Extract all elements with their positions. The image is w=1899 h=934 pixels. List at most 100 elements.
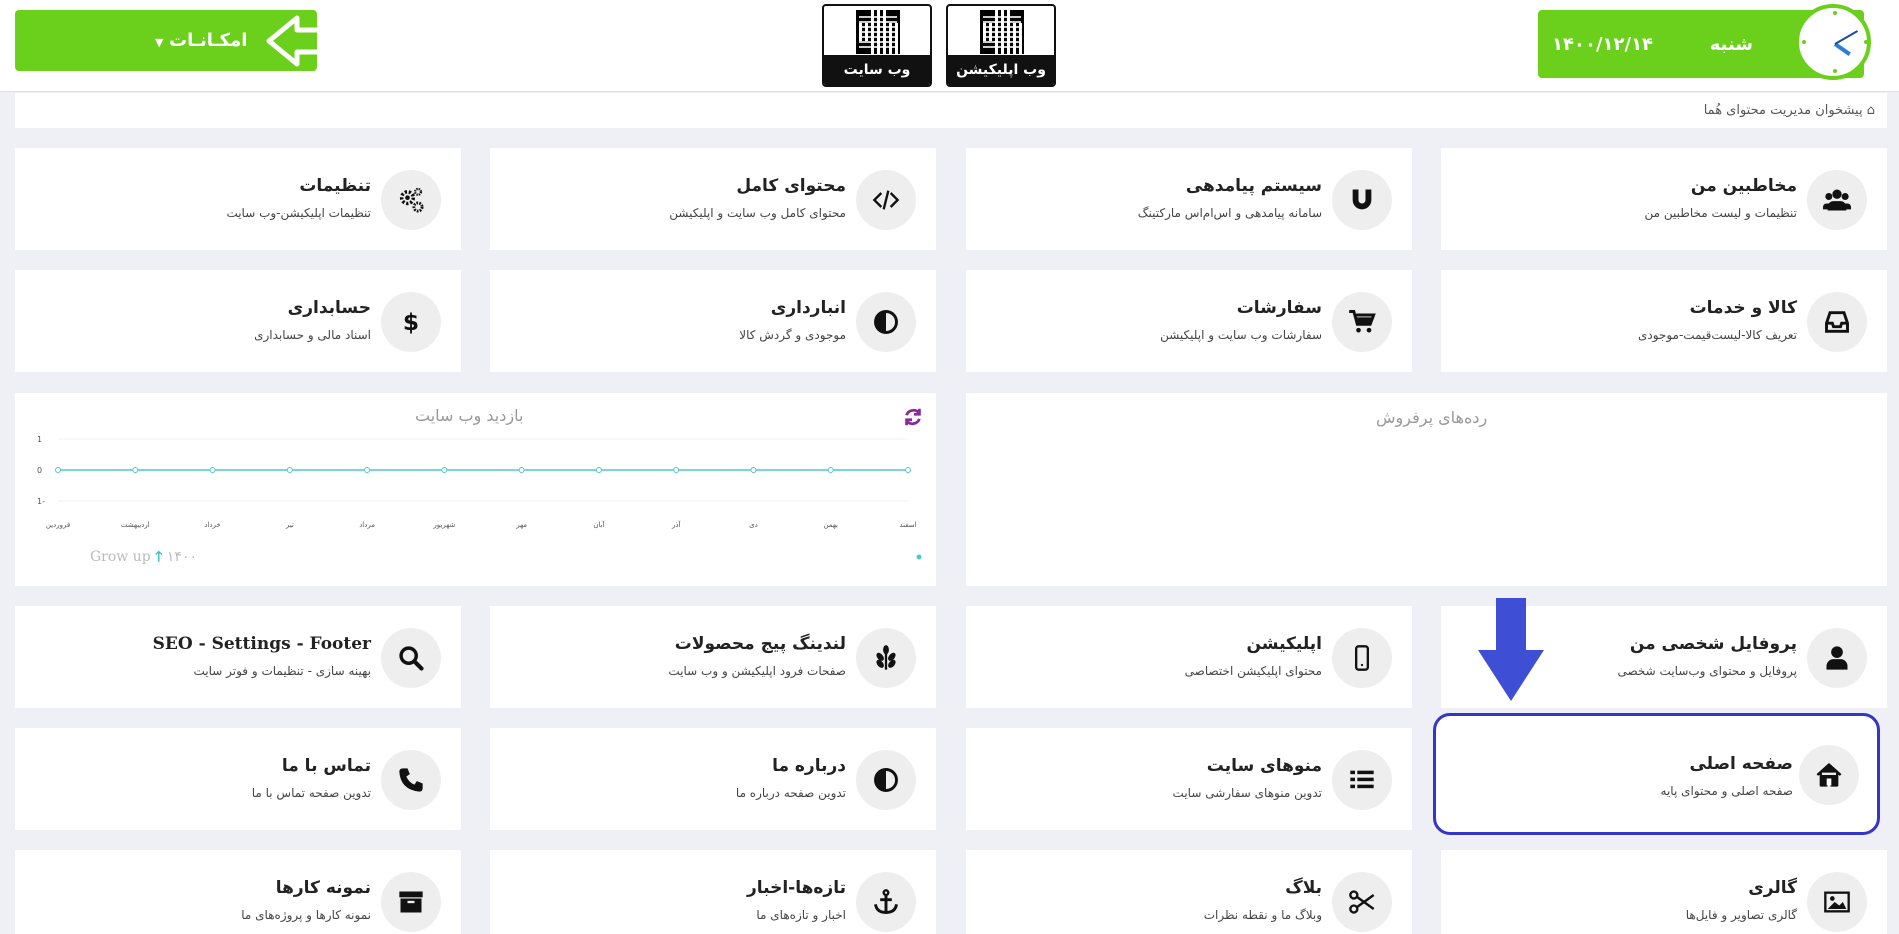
- data-point: [132, 467, 139, 473]
- card-site-menus[interactable]: منوهای سایت تدوین منوهای سفارشی سایت: [966, 728, 1412, 830]
- qr-code-icon: [980, 10, 1024, 54]
- card-subtitle: موجودی و گردش کالا: [739, 328, 846, 342]
- card-subtitle: پروفایل و محتوای وب‌سایت شخصی: [1617, 664, 1797, 678]
- gears-icon: [381, 170, 441, 230]
- card-subtitle: تنظیمات و لیست مخاطبین من: [1644, 206, 1797, 220]
- card-blog[interactable]: بلاگ وبلاگ ما و نقطه نظرات: [966, 850, 1412, 934]
- x-tick-label: فروردین: [46, 521, 70, 529]
- card-title: انبارداری: [770, 298, 846, 318]
- bestsellers-title: رده‌های پرفروش: [1376, 408, 1488, 427]
- image-icon: [1807, 872, 1867, 932]
- card-subtitle: اسناد مالی و حسابداری: [254, 328, 371, 342]
- data-point: [364, 467, 371, 473]
- contrast-icon: [856, 292, 916, 352]
- card-title: تماس با ما: [281, 756, 371, 776]
- anchor-icon: [856, 872, 916, 932]
- card-gallery[interactable]: گالری گالری تصاویر و فایل‌ها: [1441, 850, 1887, 934]
- card-warehouse[interactable]: انبارداری موجودی و گردش کالا: [490, 270, 936, 372]
- inbox-icon: [1807, 292, 1867, 352]
- breadcrumb-text: ⌂ پیشخوان مدیریت محتوای هُما: [1703, 103, 1875, 118]
- card-subtitle: تدوین صفحه تماس با ما: [251, 786, 371, 800]
- card-seo[interactable]: SEO - Settings - Footer بهینه سازی - تنظ…: [15, 606, 461, 708]
- card-about-us[interactable]: درباره ما تدوین صفحه درباره ما: [490, 728, 936, 830]
- card-settings[interactable]: تنظیمات تنظیمات اپلیکیشن-وب سایت: [15, 148, 461, 250]
- card-portfolio[interactable]: نمونه کارها نمونه کارها و پروژه‌های ما: [15, 850, 461, 934]
- data-point: [55, 467, 61, 473]
- card-title: تازه‌ها-اخبار: [746, 878, 846, 898]
- search-icon: [381, 628, 441, 688]
- card-subtitle: وبلاگ ما و نقطه نظرات: [1203, 908, 1322, 922]
- visits-panel: بازدید وب سایت 1 0 1- اسفند بهمن دی آذر آبان مهر…: [15, 393, 936, 586]
- data-point: [209, 467, 216, 473]
- card-orders[interactable]: سفارشات سفارشات وب سایت و اپلیکیشن: [966, 270, 1412, 372]
- x-tick-label: مهر: [515, 521, 527, 529]
- data-point: [518, 467, 525, 473]
- phone-icon: [381, 750, 441, 810]
- card-subtitle: اخبار و تازه‌های ما: [756, 908, 846, 922]
- card-title: درباره ما: [772, 756, 846, 776]
- card-title: گالری: [1748, 878, 1797, 898]
- card-title: SEO - Settings - Footer: [152, 634, 371, 654]
- card-title: نمونه کارها: [275, 878, 371, 898]
- card-title: پروفایل شخصی من: [1629, 634, 1797, 654]
- mobile-icon: [1332, 628, 1392, 688]
- data-point: [595, 467, 602, 473]
- y-tick-label: 0: [37, 466, 42, 475]
- user-icon: [1807, 628, 1867, 688]
- card-title: لندینگ پیج محصولات: [674, 634, 846, 654]
- date-label: ۱۴۰۰/۱۲/۱۴: [1552, 34, 1654, 55]
- contrast-icon: [856, 750, 916, 810]
- card-title: منوهای سایت: [1206, 756, 1322, 776]
- growth-label: Grow up: [90, 549, 151, 565]
- card-title: مخاطبین من: [1690, 176, 1797, 196]
- card-accounting[interactable]: $ حسابداری اسناد مالی و حسابداری: [15, 270, 461, 372]
- data-point: [905, 467, 911, 473]
- x-tick-label: بهمن: [823, 521, 838, 529]
- data-point: [673, 467, 680, 473]
- leaf-icon: [856, 628, 916, 688]
- card-subtitle: صفحات فرود اپلیکیشن و وب سایت: [668, 664, 846, 678]
- refresh-icon[interactable]: [902, 406, 924, 428]
- card-contacts[interactable]: مخاطبین من تنظیمات و لیست مخاطبین من: [1441, 148, 1887, 250]
- card-home-page[interactable]: صفحه اصلی صفحه اصلی و محتوای پایه: [1433, 713, 1880, 835]
- card-full-content[interactable]: محتوای کامل محتوای کامل وب سایت و اپلیکی…: [490, 148, 936, 250]
- card-subtitle: سامانه پیامدهی و اس‌ام‌اس مارکتینگ: [1137, 206, 1322, 220]
- day-label: شنبه: [1709, 34, 1753, 55]
- arrow-down-icon: [1478, 598, 1544, 701]
- card-title: کالا و خدمات: [1689, 298, 1797, 318]
- card-subtitle: گالری تصاویر و فایل‌ها: [1685, 908, 1797, 922]
- qr-web-app-card[interactable]: وب اپلیکیشن: [946, 4, 1056, 87]
- x-tick-label: مرداد: [359, 521, 375, 529]
- card-subtitle: تنظیمات اپلیکیشن-وب سایت: [226, 206, 371, 220]
- qr-website-label: وب سایت: [824, 55, 930, 85]
- card-title: سیستم پیامدهی: [1185, 176, 1322, 196]
- card-news[interactable]: تازه‌ها-اخبار اخبار و تازه‌های ما: [490, 850, 936, 934]
- card-title: سفارشات: [1236, 298, 1322, 318]
- card-subtitle: تعریف کالا-لیست‌قیمت-موجودی: [1637, 328, 1797, 342]
- dollar-icon: $: [381, 292, 441, 352]
- list-icon: [1332, 750, 1392, 810]
- x-tick-label: اردیبهشت: [121, 521, 150, 529]
- card-messaging[interactable]: سیستم پیامدهی سامانه پیامدهی و اس‌ام‌اس …: [966, 148, 1412, 250]
- home-icon: [1799, 745, 1859, 805]
- qr-website-card[interactable]: وب سایت: [822, 4, 932, 87]
- card-title: بلاگ: [1285, 878, 1322, 898]
- card-products-services[interactable]: کالا و خدمات تعریف کالا-لیست‌قیمت-موجودی: [1441, 270, 1887, 372]
- data-point: [441, 467, 448, 473]
- data-point: [750, 467, 757, 473]
- card-title: اپلیکیشن: [1246, 634, 1322, 654]
- svg-text:$: $: [403, 308, 419, 336]
- qr-code-icon: [856, 10, 900, 54]
- card-landing-page[interactable]: لندینگ پیج محصولات صفحات فرود اپلیکیشن و…: [490, 606, 936, 708]
- features-menu-button[interactable]: ▼ امکـانـات: [15, 10, 340, 71]
- legend-dot: [916, 554, 922, 560]
- x-tick-label: دی: [749, 521, 758, 529]
- features-menu-label: امکـانـات: [169, 30, 248, 51]
- card-subtitle: محتوای کامل وب سایت و اپلیکیشن: [669, 206, 846, 220]
- users-icon: [1807, 170, 1867, 230]
- arrow-left-icon: [266, 15, 340, 67]
- card-application[interactable]: اپلیکیشن محتوای اپلیکیشن اختصاصی: [966, 606, 1412, 708]
- card-subtitle: بهینه سازی - تنظیمات و فوتر سایت: [193, 664, 371, 678]
- card-contact-us[interactable]: تماس با ما تدوین صفحه تماس با ما: [15, 728, 461, 830]
- card-subtitle: صفحه اصلی و محتوای پایه: [1660, 784, 1793, 798]
